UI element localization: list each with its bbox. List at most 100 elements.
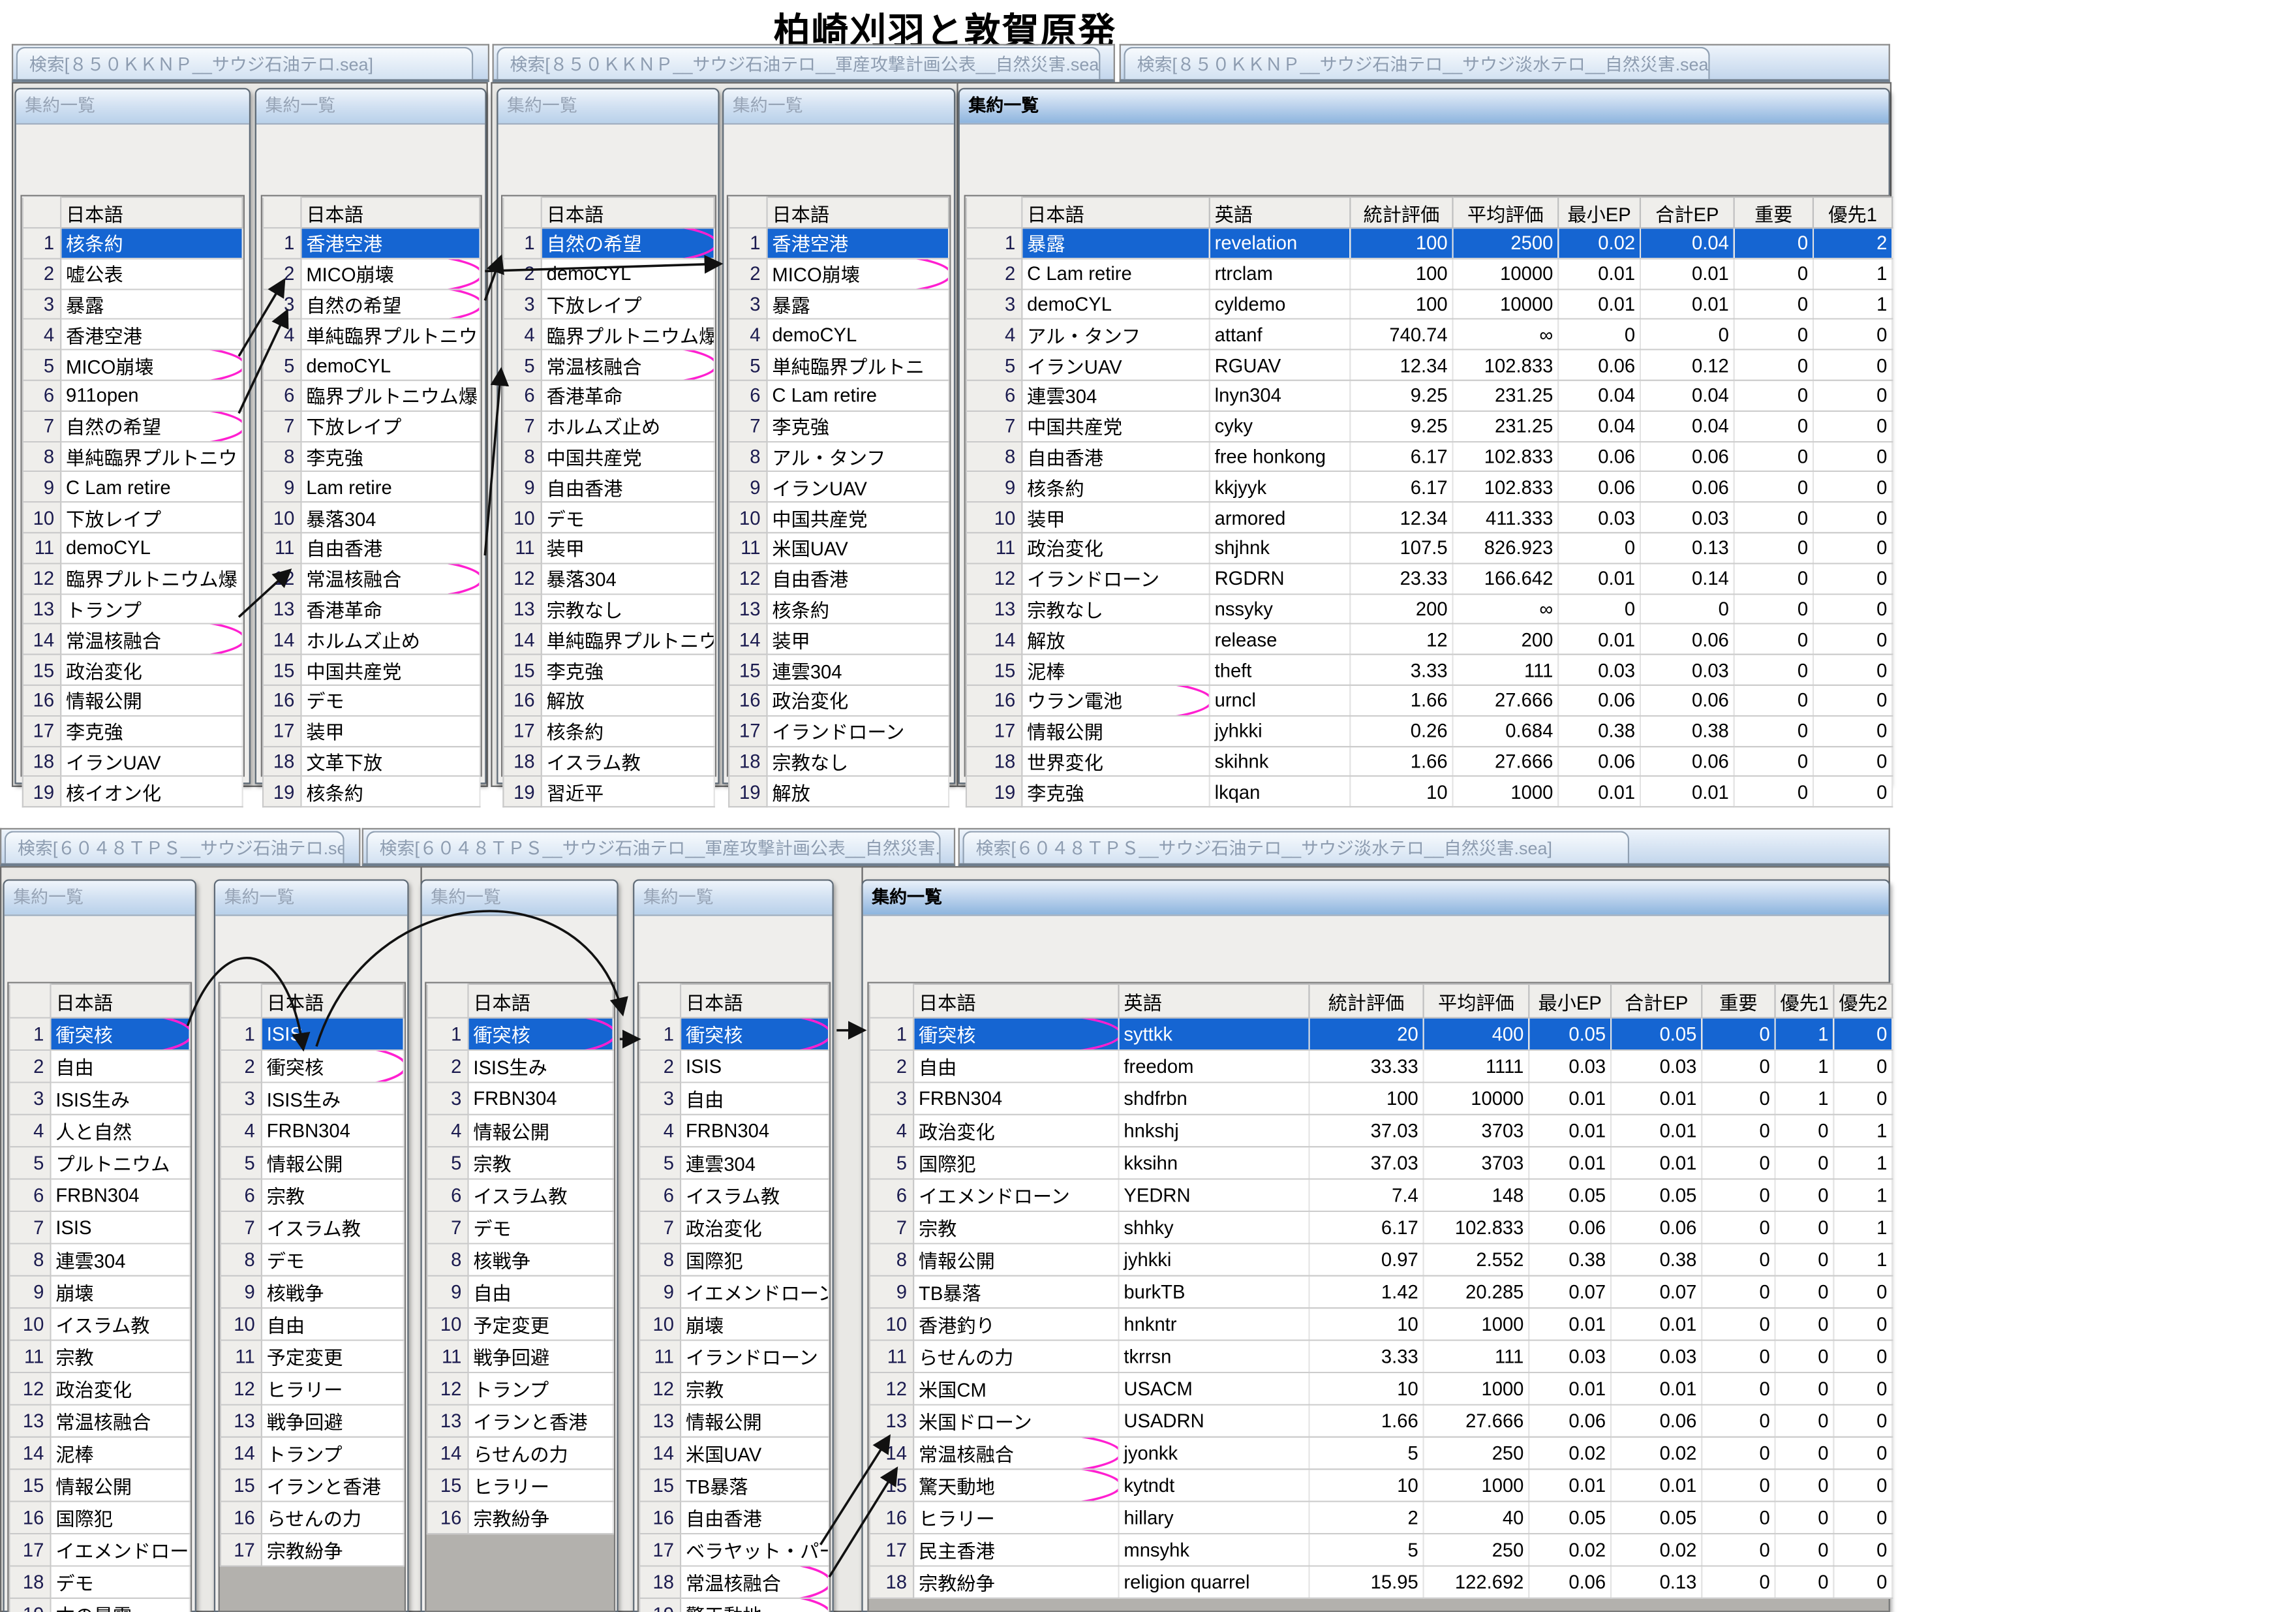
list-item[interactable]: 11 米国UAV	[729, 533, 949, 563]
column-header[interactable]	[966, 197, 1022, 228]
list-item[interactable]: 17 イランドローン	[729, 715, 949, 746]
list-item[interactable]: 13 香港革命	[263, 594, 480, 625]
column-header-avg-eval[interactable]: 平均評価	[1453, 197, 1559, 228]
list-item[interactable]: 11 宗教	[10, 1341, 190, 1372]
list-item[interactable]: 18 イスラム教	[503, 746, 714, 777]
list-item[interactable]: 8 アル・タンフ	[729, 441, 949, 472]
column-header-english[interactable]: 英語	[1119, 984, 1309, 1018]
list-item[interactable]: 7 政治変化	[639, 1211, 829, 1243]
list-item[interactable]: 12 政治変化	[10, 1372, 190, 1404]
list-item[interactable]: 15 ヒラリー	[427, 1469, 613, 1501]
list-item[interactable]: 17 核条約	[503, 715, 714, 746]
list-item[interactable]: 14 泥棒	[10, 1437, 190, 1469]
list-item[interactable]: 6 FRBN304	[10, 1179, 190, 1211]
list-item[interactable]: 6 C Lam retire	[729, 380, 949, 411]
list-item[interactable]: 10 下放レイプ	[23, 503, 243, 533]
list-item[interactable]: 13 戦争回避	[221, 1404, 404, 1436]
list-item[interactable]: 9 核戦争	[221, 1276, 404, 1308]
table-row[interactable]: 2 自由 freedom 33.33 1111 0.03 0.03 0 1 0	[870, 1050, 1892, 1082]
list-item[interactable]: 18 文革下放	[263, 746, 480, 777]
panel-caption[interactable]: 集約一覧	[215, 881, 407, 916]
list-item[interactable]: 3 自然の希望	[263, 289, 480, 320]
table-row[interactable]: 12 米国CM USACM 10 1000 0.01 0.01 0 0 0	[870, 1372, 1892, 1404]
list-item[interactable]: 19 核イオン化	[23, 777, 243, 807]
list-item[interactable]: 2 MICO崩壊	[263, 258, 480, 289]
tab-kknp-military[interactable]: 検索[８５０ＫＫＮＰ__サウジ石油テロ__軍産攻撃計画公表__自然災害.sea]	[497, 47, 1100, 79]
list-item[interactable]: 8 核戦争	[427, 1243, 613, 1275]
list-item[interactable]: 4 臨界プルトニウム爆	[503, 319, 714, 350]
list-item[interactable]: 11 戦争回避	[427, 1341, 613, 1372]
list-item[interactable]: 16 らせんの力	[221, 1502, 404, 1534]
panel-caption[interactable]: 集約一覧	[16, 89, 249, 125]
list-item[interactable]: 13 トランプ	[23, 594, 243, 625]
table-row[interactable]: 13 宗教なし nssyky 200 ∞ 0 0 0 0	[966, 594, 1892, 625]
list-item[interactable]: 19 習近平	[503, 777, 714, 807]
list-item[interactable]: 6 イスラム教	[639, 1179, 829, 1211]
panel-caption[interactable]: 集約一覧	[422, 881, 617, 916]
list-item[interactable]: 18 イランUAV	[23, 746, 243, 777]
list-item[interactable]: 7 李克強	[729, 411, 949, 441]
column-header-important[interactable]: 重要	[1702, 984, 1775, 1018]
list-item[interactable]: 12 常温核融合	[263, 563, 480, 594]
table-row[interactable]: 9 TB暴落 burkTB 1.42 20.285 0.07 0.07 0 0 …	[870, 1276, 1892, 1308]
list-item[interactable]: 3 暴露	[23, 289, 243, 320]
column-header-important[interactable]: 重要	[1734, 197, 1813, 228]
list-item[interactable]: 15 情報公開	[10, 1469, 190, 1501]
list-item[interactable]: 5 demoCYL	[263, 350, 480, 380]
list-item[interactable]: 1 香港空港	[263, 228, 480, 258]
list-item[interactable]: 9 自由香港	[503, 472, 714, 503]
table-row[interactable]: 5 イランUAV RGUAV 12.34 102.833 0.06 0.12 0…	[966, 350, 1892, 380]
list-item[interactable]: 11 自由香港	[263, 533, 480, 563]
list-item[interactable]: 1 衝突核	[427, 1018, 613, 1050]
table-row[interactable]: 4 アル・タンフ attanf 740.74 ∞ 0 0 0 0	[966, 319, 1892, 350]
table-row[interactable]: 16 ヒラリー hillary 2 40 0.05 0.05 0 0 0	[870, 1502, 1892, 1534]
tab-tps-water[interactable]: 検索[６０４８ＴＰＳ__サウジ石油テロ__サウジ淡水テロ__自然災害.sea]	[962, 831, 1629, 863]
list-item[interactable]: 17 宗教紛争	[221, 1534, 404, 1566]
list-item[interactable]: 19 核条約	[263, 777, 480, 807]
list-item[interactable]: 17 イエメンドローン	[10, 1534, 190, 1566]
list-item[interactable]: 15 政治変化	[23, 655, 243, 685]
list-item[interactable]: 1 核条約	[23, 228, 243, 258]
list-item[interactable]: 9 自由	[427, 1276, 613, 1308]
list-item[interactable]: 14 常温核融合	[23, 624, 243, 655]
list-item[interactable]: 10 予定変更	[427, 1308, 613, 1340]
list-item[interactable]: 10 崩壊	[639, 1308, 829, 1340]
list-item[interactable]: 4 単純臨界プルトニウ	[263, 319, 480, 350]
table-row[interactable]: 12 イランドローン RGDRN 23.33 166.642 0.01 0.14…	[966, 563, 1892, 594]
list-item[interactable]: 1 衝突核	[10, 1018, 190, 1050]
list-item[interactable]: 16 政治変化	[729, 685, 949, 716]
list-item[interactable]: 10 自由	[221, 1308, 404, 1340]
panel-caption[interactable]: 集約一覧	[498, 89, 718, 125]
list-item[interactable]: 8 デモ	[221, 1243, 404, 1275]
list-item[interactable]: 16 自由香港	[639, 1502, 829, 1534]
list-item[interactable]: 5 常温核融合	[503, 350, 714, 380]
list-item[interactable]: 1 香港空港	[729, 228, 949, 258]
panel-caption[interactable]: 集約一覧	[5, 881, 195, 916]
list-item[interactable]: 9 イエメンドローン	[639, 1276, 829, 1308]
list-item[interactable]: 14 装甲	[729, 624, 949, 655]
list-item[interactable]: 13 宗教なし	[503, 594, 714, 625]
list-item[interactable]: 2 嘘公表	[23, 258, 243, 289]
list-item[interactable]: 9 Lam retire	[263, 472, 480, 503]
list-item[interactable]: 5 連雲304	[639, 1147, 829, 1179]
table-row[interactable]: 7 宗教 shhky 6.17 102.833 0.06 0.06 0 0 1	[870, 1211, 1892, 1243]
column-header-total-ep[interactable]: 合計EP	[1640, 197, 1734, 228]
column-header-japanese[interactable]: 日本語	[913, 984, 1118, 1018]
list-item[interactable]: 12 臨界プルトニウム爆	[23, 563, 243, 594]
table-row[interactable]: 16 ウラン電池 urncl 1.66 27.666 0.06 0.06 0 0	[966, 685, 1892, 716]
list-item[interactable]: 4 FRBN304	[221, 1115, 404, 1147]
column-header-japanese[interactable]: 日本語	[61, 197, 242, 228]
table-row[interactable]: 17 民主香港 mnsyhk 5 250 0.02 0.02 0 0 0	[870, 1534, 1892, 1566]
column-header-japanese[interactable]: 日本語	[50, 984, 189, 1018]
list-item[interactable]: 12 暴落304	[503, 563, 714, 594]
list-item[interactable]: 17 李克強	[23, 715, 243, 746]
list-item[interactable]: 11 demoCYL	[23, 533, 243, 563]
table-row[interactable]: 8 情報公開 jyhkki 0.97 2.552 0.38 0.38 0 0 1	[870, 1243, 1892, 1275]
column-header-japanese[interactable]: 日本語	[468, 984, 613, 1018]
list-item[interactable]: 14 トランプ	[221, 1437, 404, 1469]
column-header-priority1[interactable]: 優先1	[1813, 197, 1892, 228]
list-item[interactable]: 12 自由香港	[729, 563, 949, 594]
table-row[interactable]: 3 FRBN304 shdfrbn 100 10000 0.01 0.01 0 …	[870, 1082, 1892, 1114]
list-item[interactable]: 10 イスラム教	[10, 1308, 190, 1340]
list-item[interactable]: 3 FRBN304	[427, 1082, 613, 1114]
